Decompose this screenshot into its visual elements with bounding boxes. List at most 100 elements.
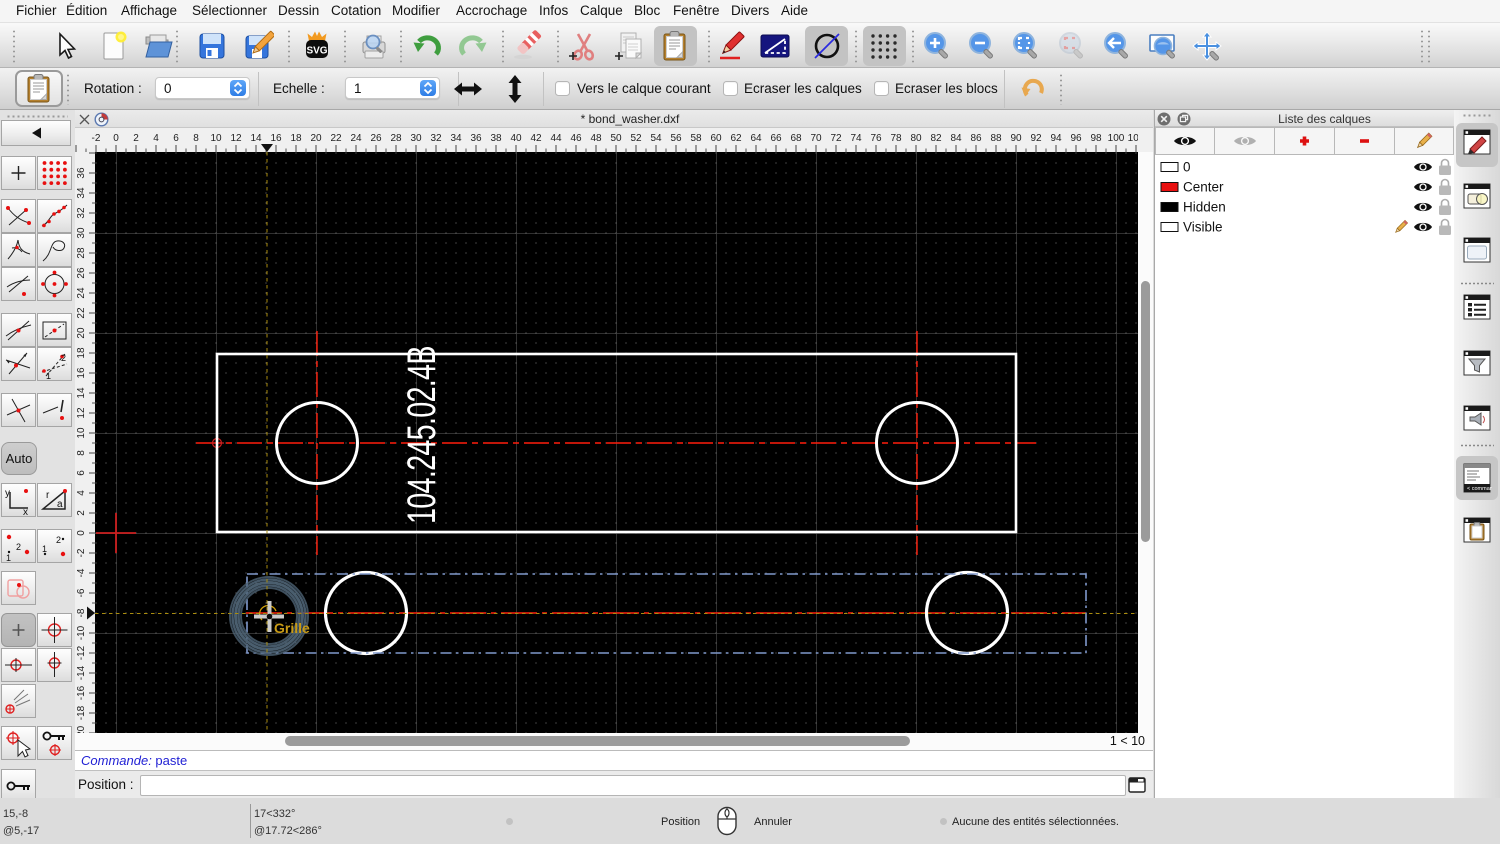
svg-text:12: 12 <box>230 133 242 144</box>
svg-text:-10: -10 <box>76 625 87 640</box>
svg-text:78: 78 <box>890 133 902 144</box>
svg-text:8: 8 <box>76 450 87 456</box>
svg-text:-2: -2 <box>92 133 101 144</box>
svg-text:14: 14 <box>76 387 87 399</box>
svg-text:Visible: Visible <box>1183 220 1223 235</box>
svg-text:8: 8 <box>193 133 199 144</box>
svg-text:34: 34 <box>76 187 87 199</box>
svg-text:Hidden: Hidden <box>1183 200 1226 215</box>
svg-text:54: 54 <box>650 133 662 144</box>
svg-text:SVG: SVG <box>306 46 327 57</box>
svg-text:-4: -4 <box>76 568 87 577</box>
svg-text:100: 100 <box>1108 133 1125 144</box>
svg-text:0: 0 <box>1183 160 1191 175</box>
svg-text:30: 30 <box>76 227 87 239</box>
svg-text:56: 56 <box>670 133 682 144</box>
svg-text:58: 58 <box>690 133 702 144</box>
svg-text:28: 28 <box>390 133 402 144</box>
svg-text:72: 72 <box>830 133 842 144</box>
svg-text:Center: Center <box>1183 180 1224 195</box>
svg-text:34: 34 <box>450 133 462 144</box>
svg-text:90: 90 <box>1010 133 1022 144</box>
svg-text:18: 18 <box>76 347 87 359</box>
svg-text:68: 68 <box>790 133 802 144</box>
svg-text:2: 2 <box>56 535 61 545</box>
svg-text:76: 76 <box>870 133 882 144</box>
svg-text:r: r <box>46 490 50 501</box>
svg-text:64: 64 <box>750 133 762 144</box>
svg-text:-20: -20 <box>76 725 87 733</box>
svg-text:46: 46 <box>570 133 582 144</box>
svg-text:66: 66 <box>770 133 782 144</box>
svg-text:-14: -14 <box>76 665 87 680</box>
svg-text:4: 4 <box>153 133 159 144</box>
svg-text:84: 84 <box>950 133 962 144</box>
svg-text:82: 82 <box>930 133 942 144</box>
svg-text:52: 52 <box>630 133 642 144</box>
svg-text:18: 18 <box>290 133 302 144</box>
svg-text:10: 10 <box>76 427 87 439</box>
svg-text:-8: -8 <box>76 608 87 617</box>
svg-text:1: 1 <box>6 553 11 562</box>
svg-text:70: 70 <box>810 133 822 144</box>
svg-text:102: 102 <box>1128 133 1138 144</box>
svg-text:16: 16 <box>76 367 87 379</box>
svg-text:42: 42 <box>530 133 542 144</box>
svg-text:94: 94 <box>1050 133 1062 144</box>
svg-text:32: 32 <box>76 207 87 219</box>
svg-text:40: 40 <box>510 133 522 144</box>
svg-text:60: 60 <box>710 133 722 144</box>
svg-text:88: 88 <box>990 133 1002 144</box>
svg-text:24: 24 <box>350 133 362 144</box>
svg-text:1: 1 <box>42 544 47 554</box>
svg-text:4: 4 <box>76 490 87 496</box>
svg-text:x: x <box>23 507 28 516</box>
svg-text:30: 30 <box>410 133 422 144</box>
svg-text:26: 26 <box>76 267 87 279</box>
svg-text:26: 26 <box>370 133 382 144</box>
svg-text:-12: -12 <box>76 645 87 660</box>
svg-text:44: 44 <box>550 133 562 144</box>
svg-text:22: 22 <box>330 133 342 144</box>
svg-text:2: 2 <box>133 133 139 144</box>
svg-text:0: 0 <box>113 133 119 144</box>
svg-text:y: y <box>5 488 10 499</box>
svg-text:32: 32 <box>430 133 442 144</box>
svg-text:74: 74 <box>850 133 862 144</box>
svg-text:12: 12 <box>76 407 87 419</box>
svg-text:104.245.02.4B: 104.245.02.4B <box>399 345 444 524</box>
svg-text:96: 96 <box>1070 133 1082 144</box>
svg-text:Grille: Grille <box>274 620 310 636</box>
svg-text:16: 16 <box>270 133 282 144</box>
svg-text:36: 36 <box>76 167 87 179</box>
svg-text:48: 48 <box>590 133 602 144</box>
svg-text:1: 1 <box>46 371 51 380</box>
svg-text:50: 50 <box>610 133 622 144</box>
svg-text:20: 20 <box>310 133 322 144</box>
svg-text:22: 22 <box>76 307 87 319</box>
svg-text:14: 14 <box>250 133 262 144</box>
svg-text:0: 0 <box>76 530 87 536</box>
svg-text:< command: < command <box>1467 486 1492 492</box>
svg-text:10: 10 <box>210 133 222 144</box>
svg-text:80: 80 <box>910 133 922 144</box>
svg-text:28: 28 <box>76 247 87 259</box>
svg-text:-6: -6 <box>76 588 87 597</box>
svg-text:20: 20 <box>76 327 87 339</box>
svg-text:98: 98 <box>1090 133 1102 144</box>
svg-text:-18: -18 <box>76 705 87 720</box>
svg-text:92: 92 <box>1030 133 1042 144</box>
svg-text:-2: -2 <box>76 548 87 557</box>
svg-text:2: 2 <box>16 542 21 552</box>
svg-text:86: 86 <box>970 133 982 144</box>
svg-text:a: a <box>57 499 63 510</box>
svg-text:62: 62 <box>730 133 742 144</box>
svg-text:38: 38 <box>490 133 502 144</box>
svg-text:2: 2 <box>76 510 87 516</box>
svg-text:24: 24 <box>76 287 87 299</box>
svg-text:2: 2 <box>61 353 66 363</box>
svg-text:36: 36 <box>470 133 482 144</box>
svg-text:-16: -16 <box>76 685 87 700</box>
svg-text:6: 6 <box>76 470 87 476</box>
svg-text:6: 6 <box>173 133 179 144</box>
